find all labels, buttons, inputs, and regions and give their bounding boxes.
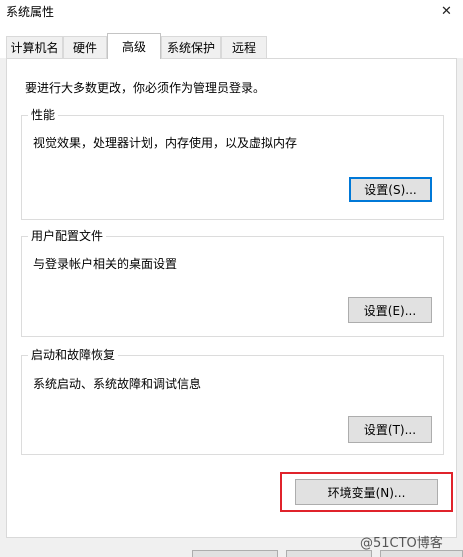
performance-settings-button[interactable]: 设置(S)... xyxy=(349,177,432,202)
tab-hardware[interactable]: 硬件 xyxy=(63,36,107,58)
tab-strip: 计算机名 硬件 高级 系统保护 远程 xyxy=(0,22,463,59)
user-profiles-settings-button[interactable]: 设置(E)... xyxy=(348,297,432,323)
startup-recovery-settings-button[interactable]: 设置(T)... xyxy=(348,416,432,443)
environment-variables-button[interactable]: 环境变量(N)... xyxy=(295,479,438,505)
apply-button[interactable] xyxy=(380,550,463,557)
cancel-button[interactable] xyxy=(286,550,372,557)
admin-note: 要进行大多数更改，你必须作为管理员登录。 xyxy=(25,81,266,95)
title-bar: 系统属性 ✕ xyxy=(0,0,463,22)
tab-label: 高级 xyxy=(121,40,146,54)
performance-group: 性能 视觉效果，处理器计划，内存使用，以及虚拟内存 设置(S)... xyxy=(21,108,444,220)
advanced-tab-panel: 要进行大多数更改，你必须作为管理员登录。 性能 视觉效果，处理器计划，内存使用，… xyxy=(6,58,457,538)
system-properties-window: 系统属性 ✕ 计算机名 硬件 高级 系统保护 远程 要进行大多数更改，你必须作为… xyxy=(0,0,463,557)
startup-recovery-description: 系统启动、系统故障和调试信息 xyxy=(33,377,202,391)
tab-label: 硬件 xyxy=(72,41,97,55)
tab-system-protection[interactable]: 系统保护 xyxy=(161,36,221,58)
performance-title: 性能 xyxy=(28,108,59,123)
close-icon[interactable]: ✕ xyxy=(430,0,463,22)
user-profiles-group: 用户配置文件 与登录帐户相关的桌面设置 设置(E)... xyxy=(21,229,444,337)
tab-remote[interactable]: 远程 xyxy=(221,36,267,58)
tab-advanced[interactable]: 高级 xyxy=(107,33,161,59)
user-profiles-description: 与登录帐户相关的桌面设置 xyxy=(33,257,178,271)
tab-label: 计算机名 xyxy=(10,41,59,55)
startup-recovery-group: 启动和故障恢复 系统启动、系统故障和调试信息 设置(T)... xyxy=(21,348,444,455)
ok-button[interactable] xyxy=(192,550,278,557)
watermark: @51CTO博客 xyxy=(360,536,443,551)
tab-label: 远程 xyxy=(231,41,256,55)
user-profiles-title: 用户配置文件 xyxy=(28,229,107,244)
performance-description: 视觉效果，处理器计划，内存使用，以及虚拟内存 xyxy=(33,136,298,150)
startup-recovery-title: 启动和故障恢复 xyxy=(28,348,119,363)
tab-computer-name[interactable]: 计算机名 xyxy=(6,36,63,58)
tab-label: 系统保护 xyxy=(166,41,215,55)
window-title: 系统属性 xyxy=(6,5,55,19)
